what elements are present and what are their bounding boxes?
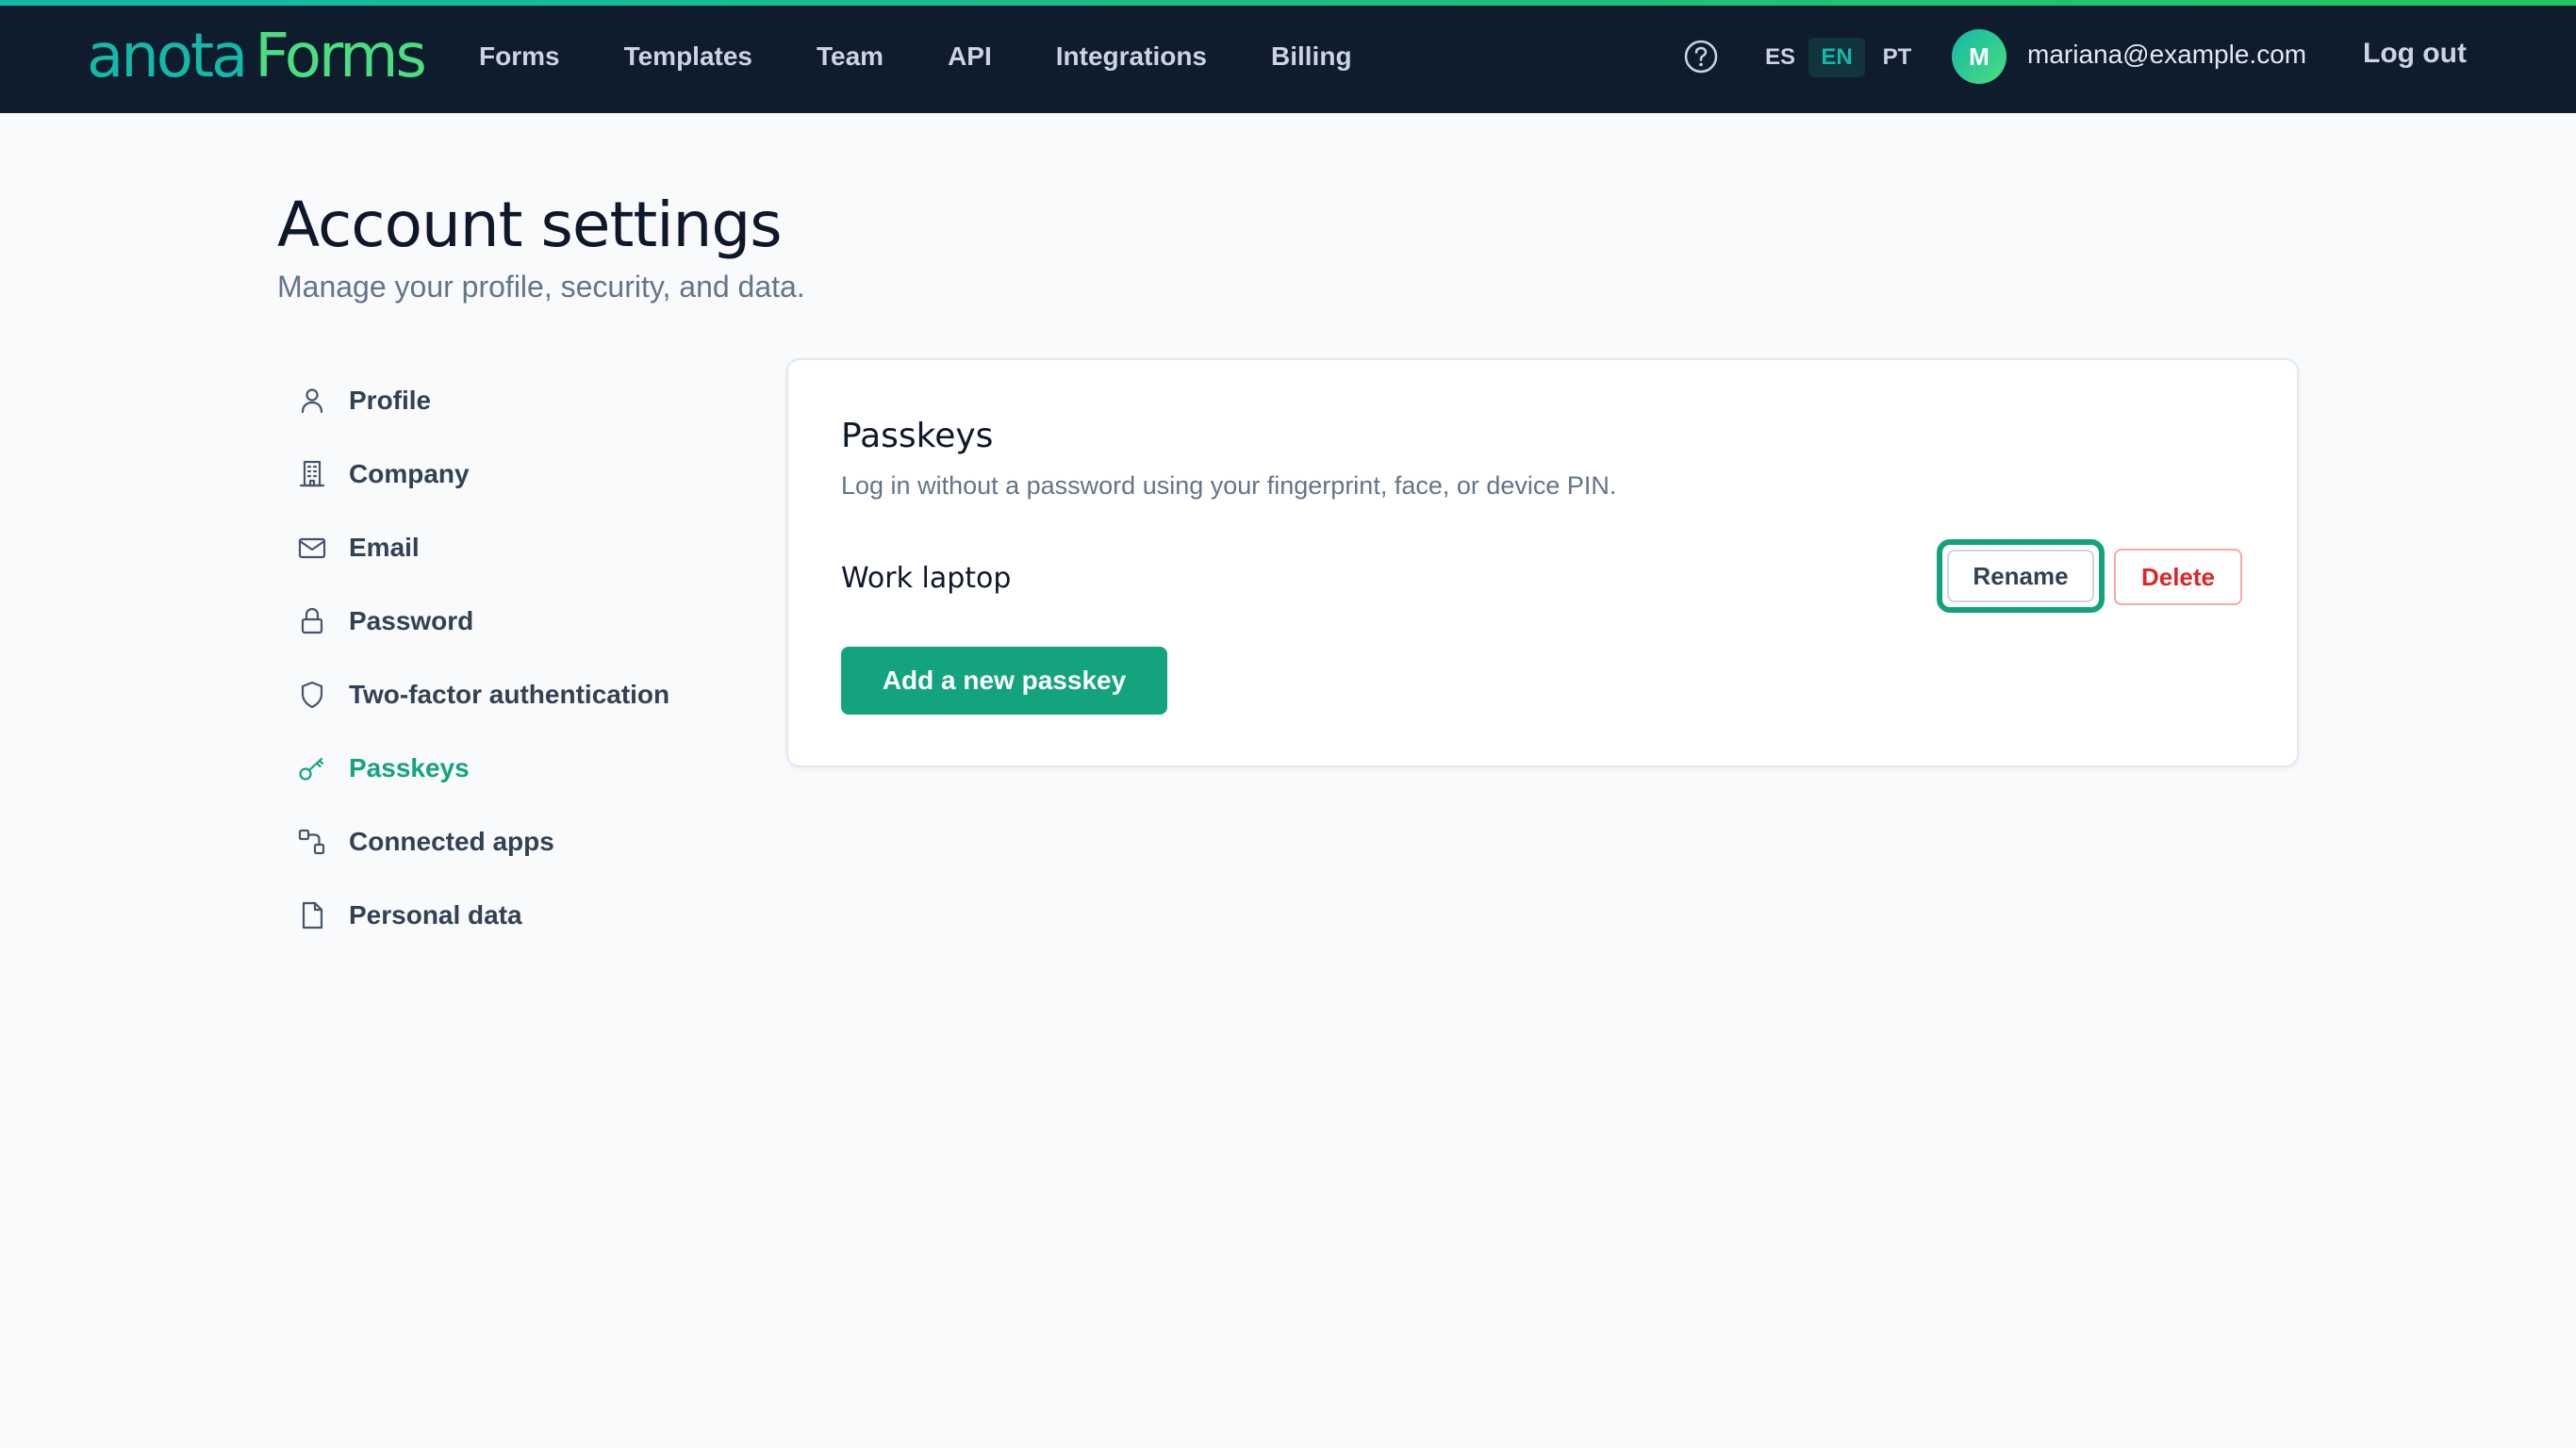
- envelope-icon: [298, 537, 326, 559]
- key-icon: [299, 757, 324, 781]
- sidebar-item-label: Company: [349, 459, 470, 488]
- question-circle-icon[interactable]: [1682, 38, 1720, 75]
- language-pt[interactable]: PT: [1876, 38, 1918, 77]
- sidebar-item-label: Personal data: [349, 900, 522, 930]
- user-email[interactable]: mariana@example.com: [2027, 40, 2306, 70]
- sidebar-item-personal-data[interactable]: Personal data: [296, 879, 749, 952]
- app-logo[interactable]: anota Forms: [87, 21, 427, 92]
- sidebar-item-label: Profile: [349, 386, 432, 415]
- sidebar-item-label: Password: [349, 606, 474, 635]
- nav-billing[interactable]: Billing: [1271, 41, 1352, 72]
- page-title: Account settings: [277, 189, 783, 261]
- sidebar-item-connected-apps[interactable]: Connected apps: [296, 805, 749, 879]
- nav-integrations[interactable]: Integrations: [1056, 41, 1207, 72]
- settings-sidebar: Profile Company Email Password Two-facto…: [296, 364, 749, 952]
- sidebar-item-label: Two-factor authentication: [349, 680, 670, 709]
- main-nav: Forms Templates Team API Integrations Bi…: [479, 0, 1416, 113]
- language-en[interactable]: EN: [1808, 38, 1865, 77]
- logout-button[interactable]: Log out: [2363, 38, 2467, 70]
- passkeys-description: Log in without a password using your fin…: [841, 471, 1617, 500]
- nav-team[interactable]: Team: [817, 41, 883, 72]
- sidebar-item-profile[interactable]: Profile: [296, 364, 749, 437]
- lock-icon: [301, 607, 323, 634]
- building-icon: [299, 460, 325, 487]
- nav-forms[interactable]: Forms: [479, 41, 560, 72]
- nav-api[interactable]: API: [948, 41, 992, 72]
- rename-passkey-button[interactable]: Rename: [1937, 539, 2105, 613]
- user-icon: [301, 388, 323, 414]
- sidebar-item-company[interactable]: Company: [296, 437, 749, 511]
- delete-passkey-button[interactable]: Delete: [2114, 549, 2242, 605]
- add-passkey-button[interactable]: Add a new passkey: [841, 647, 1167, 715]
- sidebar-item-passkeys[interactable]: Passkeys: [296, 732, 749, 805]
- top-navigation-bar: anota Forms Forms Templates Team API Int…: [0, 0, 2576, 113]
- sidebar-item-email[interactable]: Email: [296, 511, 749, 584]
- document-icon: [302, 901, 323, 930]
- link-nodes-icon: [298, 829, 325, 855]
- logo-text-anota: anota: [87, 22, 248, 91]
- nav-templates[interactable]: Templates: [624, 41, 752, 72]
- shield-icon: [301, 681, 323, 709]
- language-es[interactable]: ES: [1759, 38, 1801, 77]
- page-subtitle: Manage your profile, security, and data.: [277, 270, 805, 304]
- passkey-name: Work laptop: [841, 562, 1012, 595]
- avatar[interactable]: M: [1952, 29, 2006, 84]
- sidebar-item-label: Email: [349, 533, 420, 562]
- passkeys-card: Passkeys Log in without a password using…: [786, 358, 2299, 767]
- passkeys-title: Passkeys: [841, 417, 994, 455]
- sidebar-item-label: Connected apps: [349, 827, 554, 856]
- sidebar-item-password[interactable]: Password: [296, 584, 749, 658]
- rename-passkey-label: Rename: [1947, 550, 2094, 602]
- sidebar-item-label: Passkeys: [349, 753, 470, 782]
- sidebar-item-two-factor[interactable]: Two-factor authentication: [296, 658, 749, 732]
- logo-text-forms: Forms: [255, 22, 427, 91]
